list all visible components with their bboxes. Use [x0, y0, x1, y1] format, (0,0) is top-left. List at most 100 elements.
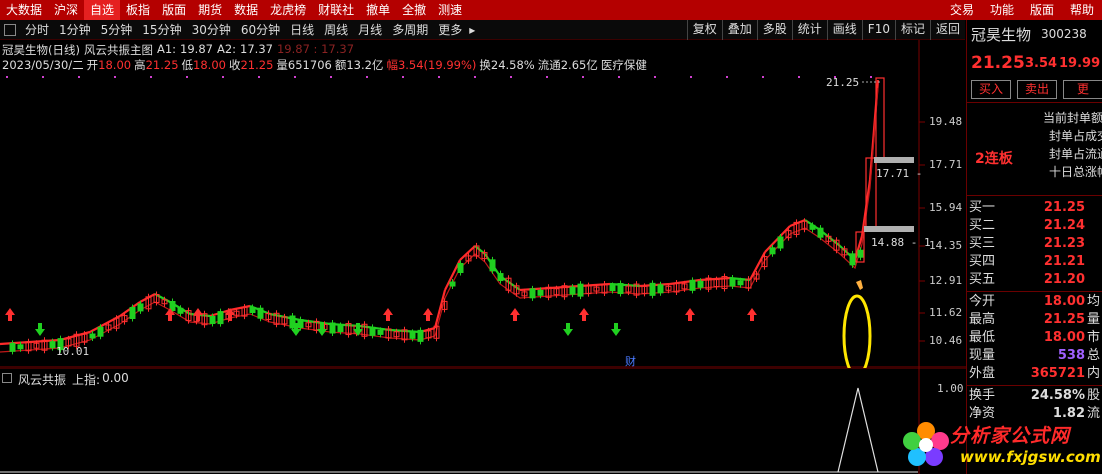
top-right-item[interactable]: 版面 [1022, 0, 1062, 20]
more-button[interactable]: 更 [1063, 80, 1102, 99]
turnover-value: 换24.58% [479, 58, 535, 72]
candle-body [129, 307, 136, 319]
quote-panel: 冠昊生物 300238 21.25 3.54 19.99 买入 卖出 更 2连板… [966, 20, 1102, 474]
buy-button[interactable]: 买入 [971, 80, 1011, 99]
menu-item[interactable]: 自选 [84, 0, 121, 20]
top-dot-marker [6, 76, 8, 78]
candle-body [849, 253, 856, 266]
level-1-label: 17.71 - [876, 167, 923, 180]
chart-tool-button[interactable]: F10 [861, 20, 895, 40]
top-dot-marker [762, 76, 764, 78]
period-tab[interactable]: 多周期 [387, 20, 433, 40]
candle-body [177, 307, 184, 314]
quote-row: 现量 538 总 [967, 348, 1102, 363]
signal-spike [837, 387, 879, 473]
sector-value[interactable]: 医疗保健 [601, 57, 647, 73]
chart-tool-button[interactable]: 标记 [894, 20, 930, 40]
trend-line-segment [299, 318, 331, 326]
menu-item[interactable]: 全撤 [396, 0, 432, 20]
chart-tool-button[interactable]: 复权 [686, 20, 722, 40]
quote-label: 买二 [969, 218, 996, 233]
close-label: 收 [228, 58, 241, 72]
sub-collapse-icon[interactable] [2, 373, 12, 383]
stock-code: 300238 [1041, 27, 1087, 41]
period-tab[interactable]: 60分钟 [236, 20, 285, 40]
menu-item[interactable]: 财联社 [312, 0, 360, 20]
sub-indicator-chart[interactable] [0, 368, 966, 474]
top-dot-marker [726, 76, 728, 78]
menu-item[interactable]: 期货 [192, 0, 228, 20]
chart-tool-button[interactable]: 统计 [791, 20, 827, 40]
high-mark-label: 21.25 [826, 76, 860, 89]
quote-value: 21.21 [1043, 254, 1085, 269]
candle-body [337, 325, 344, 333]
top-menu: 大数据 沪深 自选 板指 版面 期货 数据 龙虎榜 财联社 撤单 全撤 测速 [0, 0, 468, 20]
limit-note: 当前封单额 [1043, 111, 1102, 125]
menu-item[interactable]: 撤单 [360, 0, 396, 20]
watermark: 分析家公式网 www.fxjgsw.com [900, 415, 1101, 474]
highlight-ellipse [842, 294, 872, 368]
candle-body [217, 311, 224, 325]
chart-info-line-1: 冠昊生物(日线) 风云共振主图 A1: 19.87 A2: 17.37 19.8… [2, 42, 354, 58]
top-right-item[interactable]: 功能 [982, 0, 1022, 20]
more-arrow-icon[interactable]: ▸ [467, 20, 477, 40]
sub-title[interactable]: 风云共振 [18, 371, 66, 388]
quote-row: 换手 24.58% 股 [967, 388, 1102, 403]
sell-button[interactable]: 卖出 [1017, 80, 1057, 99]
menu-item[interactable]: 板指 [120, 0, 156, 20]
candle-body [449, 281, 456, 287]
amount-value: 13.2亿 [346, 58, 384, 72]
top-dot-marker [654, 76, 656, 78]
candle-body [617, 283, 624, 295]
quote-row: 外盘 365721 内 [967, 366, 1102, 381]
period-tabs: 分时 1分钟 5分钟 15分钟 30分钟 60分钟 日线 周线 月线 多周期 更多 [20, 20, 467, 40]
menu-item[interactable]: 龙虎榜 [264, 0, 312, 20]
top-right-item[interactable]: 交易 [942, 0, 982, 20]
sub-upper-value: 0.00 [102, 371, 129, 385]
top-dot-marker [186, 76, 188, 78]
period-tab[interactable]: 30分钟 [187, 20, 236, 40]
candle-body [49, 341, 56, 349]
period-tab[interactable]: 分时 [20, 20, 54, 40]
up-arrow-icon [510, 308, 520, 321]
chart-tool-button[interactable]: 多股 [756, 20, 792, 40]
candle-body [769, 247, 776, 255]
candle-body [649, 282, 656, 296]
top-menu-bar: 大数据 沪深 自选 板指 版面 期货 数据 龙虎榜 财联社 撤单 全撤 测速 交易 功能 版面 帮助 [0, 0, 1102, 20]
candle-body [409, 331, 416, 339]
period-toolbar: 分时 1分钟 5分钟 15分钟 30分钟 60分钟 日线 周线 月线 多周期 更多 ▸ 复权 叠加 多股… [0, 20, 965, 40]
top-right-item[interactable]: 帮助 [1062, 0, 1102, 20]
menu-item[interactable]: 大数据 [0, 0, 48, 20]
hand-cursor-icon [856, 280, 863, 290]
period-tab[interactable]: 1分钟 [54, 20, 96, 40]
open-label: 开 [86, 58, 99, 72]
price-axis-tick: 19.48 [929, 115, 963, 128]
menu-item[interactable]: 版面 [156, 0, 192, 20]
period-tab[interactable]: 更多 [433, 20, 467, 40]
period-tab[interactable]: 月线 [353, 20, 387, 40]
menu-item[interactable]: 测速 [432, 0, 468, 20]
amount-label: 额 [334, 58, 347, 72]
menu-item[interactable]: 沪深 [48, 0, 84, 20]
quote-label: 最低 [969, 330, 996, 345]
cai-marker[interactable]: 财 [625, 353, 636, 369]
quote-value: 365721 [1030, 366, 1085, 381]
indicator-name[interactable]: 风云共振主图 [84, 42, 153, 58]
kline-chart[interactable] [0, 40, 966, 368]
divider [967, 291, 1102, 292]
price-change-pct: 19.99 [1059, 56, 1101, 71]
quote-extra: 内 [1087, 366, 1101, 381]
chart-tool-button[interactable]: 返回 [929, 20, 965, 40]
layout-square-icon[interactable] [4, 23, 16, 36]
dim-values: 19.87 : 17.37 [276, 42, 355, 56]
period-tab[interactable]: 15分钟 [137, 20, 186, 40]
quote-row: 最高 21.25 量 [967, 312, 1102, 327]
period-tab[interactable]: 日线 [285, 20, 319, 40]
trend-line-segment [59, 330, 91, 342]
period-tab[interactable]: 5分钟 [96, 20, 138, 40]
period-tab[interactable]: 周线 [319, 20, 353, 40]
low-mark-label: 10.01 [56, 345, 90, 358]
chart-tool-button[interactable]: 叠加 [721, 20, 757, 40]
menu-item[interactable]: 数据 [228, 0, 264, 20]
chart-tool-button[interactable]: 画线 [826, 20, 862, 40]
